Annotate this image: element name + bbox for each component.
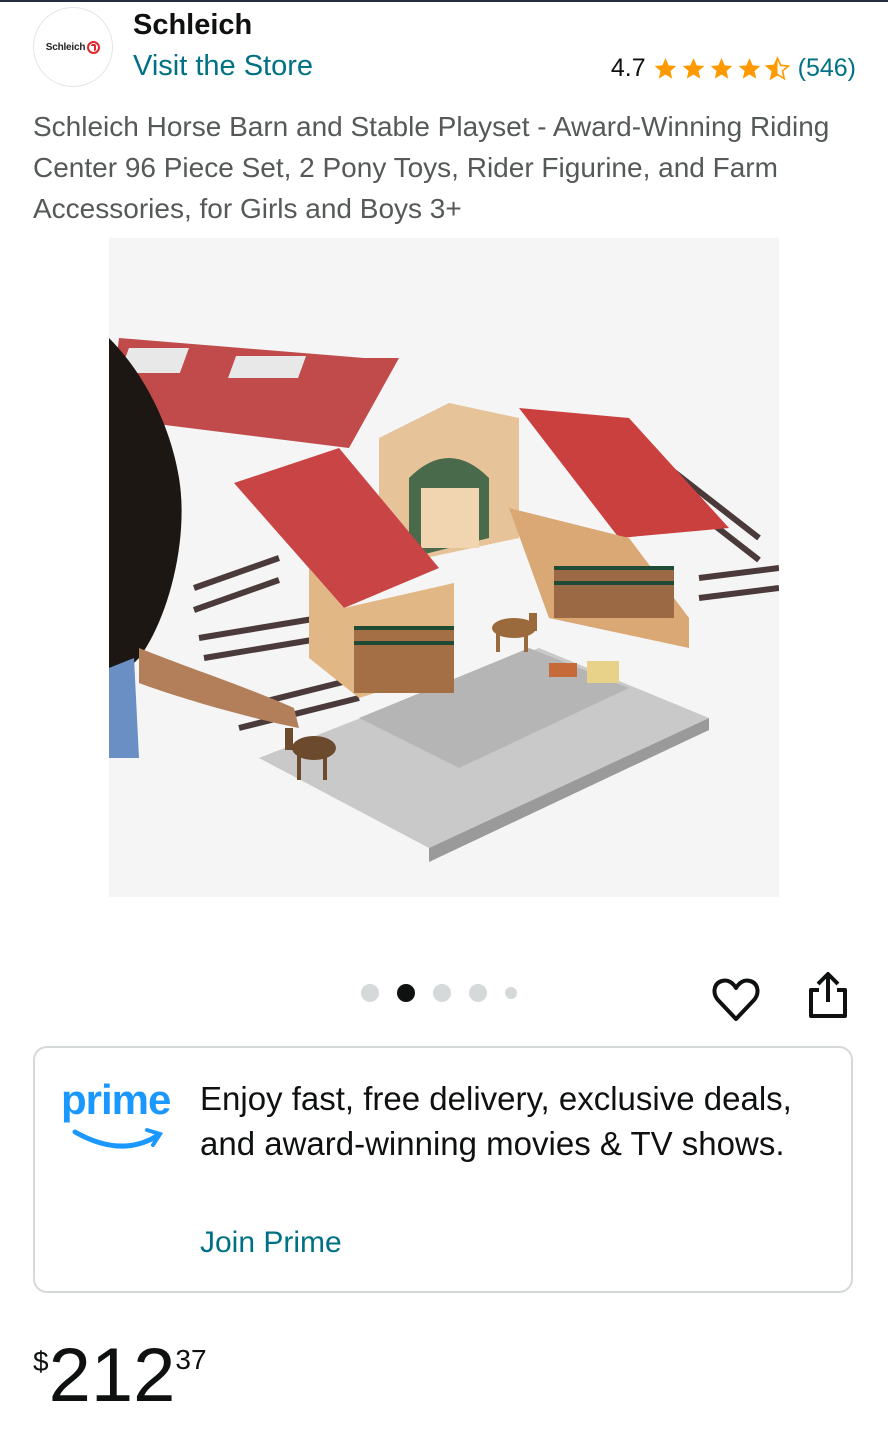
- prime-logo: prime: [61, 1076, 181, 1156]
- price-fraction: 37: [175, 1344, 207, 1375]
- price-currency-symbol: $: [33, 1346, 49, 1377]
- carousel-dot[interactable]: [505, 987, 517, 999]
- star-full-icon: [710, 57, 732, 79]
- top-border: [0, 0, 888, 2]
- join-prime-link[interactable]: Join Prime: [200, 1226, 342, 1260]
- prime-smile-icon: [72, 1128, 164, 1149]
- brand-name: Schleich: [133, 9, 253, 41]
- share-icon[interactable]: [805, 970, 851, 1022]
- prime-promo-card: prime Enjoy fast, free delivery, exclusi…: [33, 1046, 853, 1293]
- carousel-dot-active[interactable]: [397, 984, 415, 1002]
- brand-logo-mark-icon: [87, 40, 101, 54]
- star-full-icon: [654, 57, 676, 79]
- visit-store-link[interactable]: Visit the Store: [133, 50, 313, 83]
- heart-icon[interactable]: [711, 975, 761, 1025]
- star-full-icon: [682, 57, 704, 79]
- carousel-dots[interactable]: [361, 984, 535, 1002]
- product-image[interactable]: [109, 238, 779, 897]
- rating-value: 4.7: [610, 54, 646, 82]
- prime-logo-word: prime: [61, 1076, 171, 1123]
- rating-count: (546): [797, 54, 856, 82]
- prime-description: Enjoy fast, free delivery, exclusive dea…: [200, 1080, 792, 1162]
- price: $ 212 37: [33, 1334, 207, 1418]
- carousel-dot[interactable]: [469, 984, 487, 1002]
- star-full-icon: [738, 57, 760, 79]
- brand-logo[interactable]: Schleich: [33, 7, 113, 87]
- product-title: Schleich Horse Barn and Stable Playset -…: [33, 111, 830, 224]
- rating-summary[interactable]: 4.7 (546): [611, 54, 856, 83]
- star-half-icon: [764, 55, 790, 80]
- product-photo-illustration: [109, 238, 779, 897]
- carousel-dot[interactable]: [433, 984, 451, 1002]
- rating-stars: [652, 55, 792, 82]
- carousel-dot[interactable]: [361, 984, 379, 1002]
- brand-logo-text: Schleich: [45, 41, 86, 53]
- price-whole: 212: [48, 1333, 176, 1418]
